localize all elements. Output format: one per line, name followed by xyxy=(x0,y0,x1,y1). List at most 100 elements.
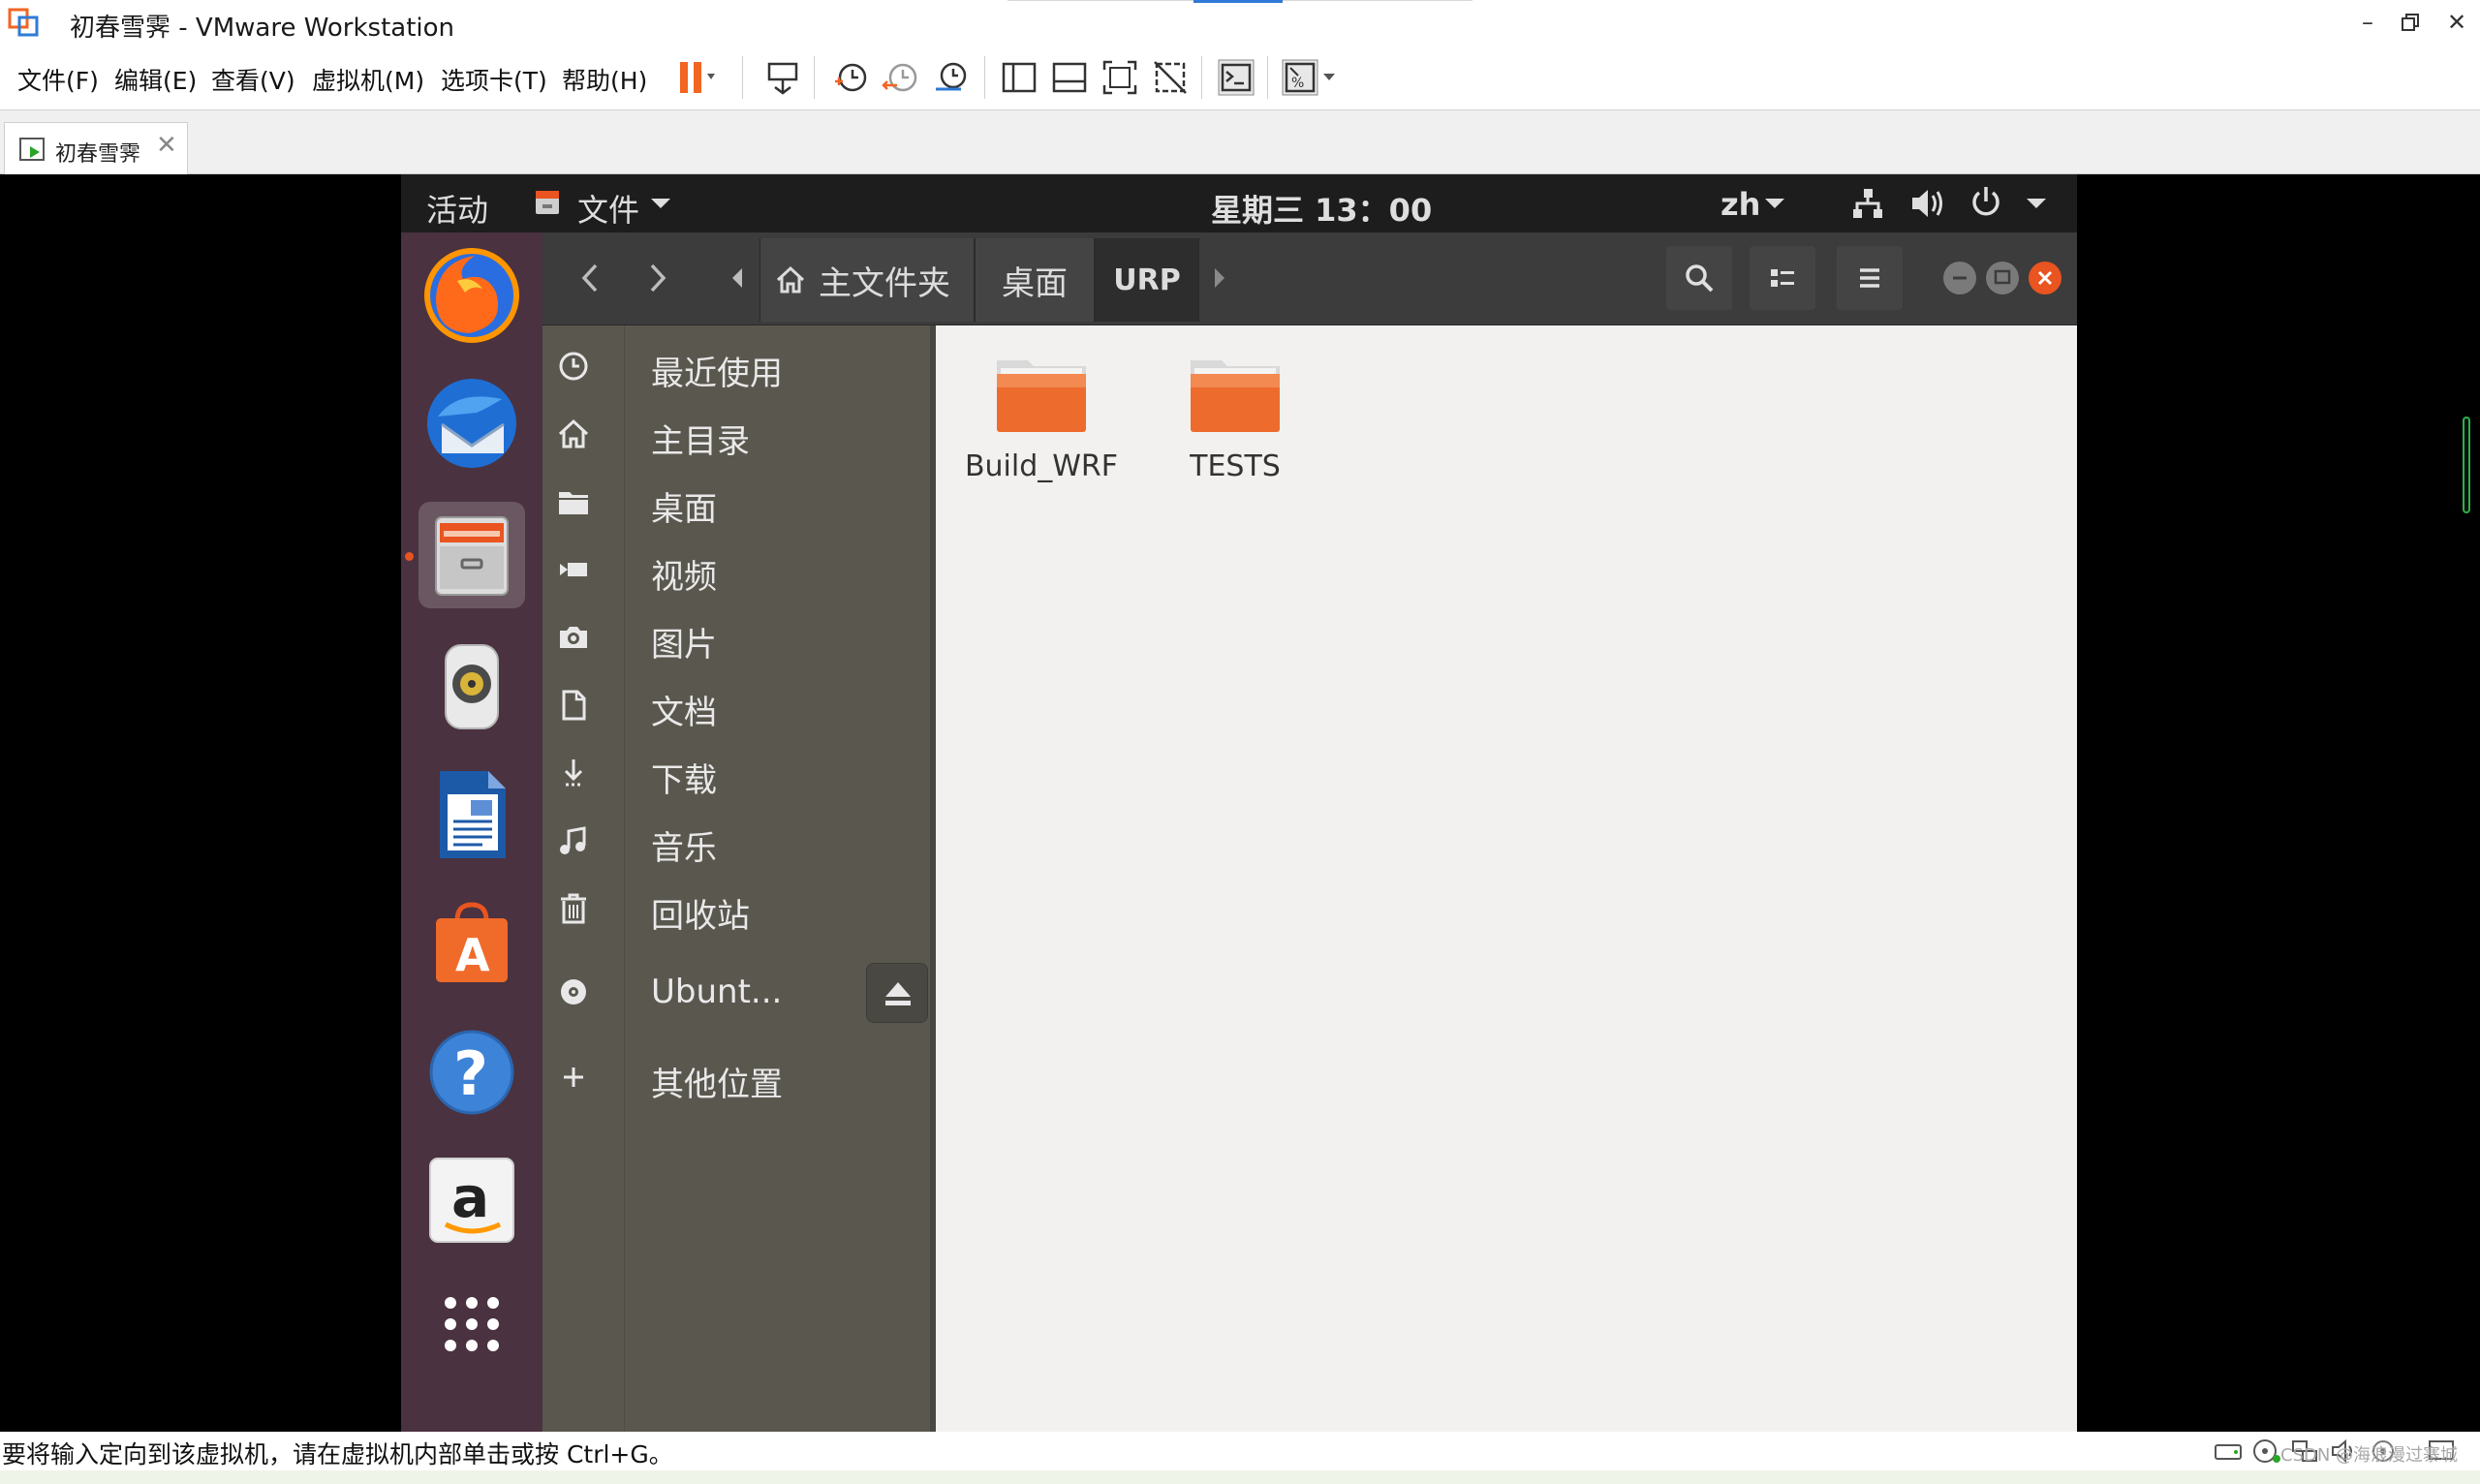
back-button[interactable] xyxy=(558,246,622,310)
triangle-right-icon xyxy=(1215,268,1224,288)
status-message: 要将输入定向到该虚拟机，请在虚拟机内部单击或按 Ctrl+G。 xyxy=(2,1440,673,1469)
breadcrumb-label: URP xyxy=(1113,263,1181,297)
status-bar: 要将输入定向到该虚拟机，请在虚拟机内部单击或按 Ctrl+G。 CSDN @海浪… xyxy=(0,1432,2480,1470)
search-button[interactable] xyxy=(1666,246,1732,310)
breadcrumb-home[interactable]: 主文件夹 xyxy=(760,238,975,322)
sidebar-item-home[interactable]: 主目录 xyxy=(542,407,936,465)
dock-rhythmbox[interactable] xyxy=(418,634,525,740)
close-icon xyxy=(2037,270,2053,286)
eject-button[interactable] xyxy=(866,963,928,1023)
video-icon xyxy=(560,563,587,576)
chevron-down-icon xyxy=(2027,199,2046,208)
console-view-icon[interactable] xyxy=(1217,58,1256,97)
camera-icon xyxy=(560,627,587,648)
path-scroll-right[interactable] xyxy=(1199,246,1240,310)
menu-view[interactable]: 查看(V) xyxy=(211,62,295,97)
scrollbar-thumb[interactable] xyxy=(2463,417,2470,513)
close-button[interactable]: ✕ xyxy=(2437,6,2476,39)
unity-mode-icon[interactable] xyxy=(1151,58,1190,97)
sidebar-item-videos[interactable]: 视频 xyxy=(542,542,936,601)
dock-amazon[interactable]: a xyxy=(418,1147,525,1253)
chevron-left-icon xyxy=(581,263,598,293)
files-icon xyxy=(435,516,509,596)
dock-files[interactable] xyxy=(418,502,525,608)
menu-help[interactable]: 帮助(H) xyxy=(562,62,647,97)
sidebar-item-documents[interactable]: 文档 xyxy=(542,678,936,736)
path-scroll-left[interactable] xyxy=(717,246,758,310)
clock[interactable]: 星期三 13：00 xyxy=(1211,186,1432,231)
sidebar-item-other-locations[interactable]: 其他位置 xyxy=(542,1050,936,1108)
folder-item[interactable]: Build_WRF xyxy=(959,345,1124,490)
breadcrumb-desktop[interactable]: 桌面 xyxy=(975,238,1095,322)
dock-firefox[interactable] xyxy=(418,242,525,349)
menu-vm[interactable]: 虚拟机(M) xyxy=(312,62,424,97)
minimize-button[interactable]: – xyxy=(2348,6,2387,39)
send-ctrl-alt-del-icon[interactable] xyxy=(763,58,802,97)
network-icon[interactable] xyxy=(1850,186,1885,221)
dock-show-apps[interactable] xyxy=(418,1271,525,1377)
sidebar-item-ubuntu-disc[interactable]: Ubunt... xyxy=(542,963,936,1023)
app-menu-button[interactable]: 文件 xyxy=(577,186,639,231)
thumbnail-bar-icon[interactable] xyxy=(1050,58,1089,97)
folder-icon xyxy=(997,360,1086,432)
revert-snapshot-icon[interactable] xyxy=(882,58,920,97)
tab-vm[interactable]: 初春雪霁 ✕ xyxy=(4,122,188,174)
window-maximize-button[interactable] xyxy=(1986,262,2019,294)
toolbar-separator xyxy=(984,56,985,99)
tab-close-icon[interactable]: ✕ xyxy=(156,131,177,160)
sidebar-item-recent[interactable]: 最近使用 xyxy=(542,339,936,397)
search-icon xyxy=(1686,264,1714,293)
toolbar-separator xyxy=(1267,56,1268,99)
volume-icon[interactable] xyxy=(1908,186,1947,221)
window-minimize-button[interactable] xyxy=(1943,262,1976,294)
svg-text:a: a xyxy=(451,1164,489,1230)
vm-display[interactable]: 活动 文件 星期三 13：00 zh A ? a 主文件夹 桌面 URP 最近使… xyxy=(0,174,2480,1432)
firefox-icon xyxy=(424,248,519,343)
menu-file[interactable]: 文件(F) xyxy=(17,62,99,97)
menu-tabs[interactable]: 选项卡(T) xyxy=(441,62,547,97)
menu-edit[interactable]: 编辑(E) xyxy=(114,62,197,97)
input-method-indicator[interactable]: zh xyxy=(1720,186,1760,223)
power-icon[interactable] xyxy=(1968,184,2003,219)
sidebar-item-desktop[interactable]: 桌面 xyxy=(542,475,936,533)
places-sidebar: 最近使用 主目录 桌面 视频 图片 文档 下载 音乐 回收站 Ubunt... … xyxy=(542,325,936,1432)
folder-name: TESTS xyxy=(1190,449,1281,483)
folder-icon xyxy=(1191,360,1280,432)
activities-button[interactable]: 活动 xyxy=(426,186,488,231)
file-view[interactable]: Build_WRF TESTS xyxy=(936,325,2077,1432)
restore-button[interactable] xyxy=(2391,6,2430,39)
vmware-logo-icon xyxy=(8,8,39,37)
ubuntu-desktop[interactable]: 活动 文件 星期三 13：00 zh A ? a 主文件夹 桌面 URP 最近使… xyxy=(401,174,2077,1432)
cd-rom-icon[interactable] xyxy=(2251,1438,2282,1465)
sidebar-item-music[interactable]: 音乐 xyxy=(542,814,936,872)
pause-icon[interactable] xyxy=(676,58,715,97)
snapshot-icon[interactable] xyxy=(831,58,870,97)
window-titlebar: 初春雪霁 - VMware Workstation – ✕ xyxy=(0,0,2480,45)
show-library-icon[interactable] xyxy=(1000,58,1038,97)
dock-libreoffice-writer[interactable] xyxy=(418,761,525,868)
sidebar-label: 回收站 xyxy=(651,897,750,936)
stretch-guest-icon[interactable]: % xyxy=(1281,58,1339,97)
hard-disk-icon[interactable] xyxy=(2213,1438,2244,1465)
menu-button[interactable] xyxy=(1837,246,1903,310)
sidebar-item-downloads[interactable]: 下载 xyxy=(542,746,936,804)
breadcrumb-current[interactable]: URP xyxy=(1095,238,1199,322)
folder-item[interactable]: TESTS xyxy=(1153,345,1318,490)
window-close-button[interactable] xyxy=(2029,262,2062,294)
snapshot-manager-icon[interactable] xyxy=(932,58,971,97)
help-icon: ? xyxy=(429,1030,514,1115)
view-toggle-button[interactable] xyxy=(1750,246,1815,310)
sidebar-item-pictures[interactable]: 图片 xyxy=(542,610,936,668)
dock-thunderbird[interactable] xyxy=(418,370,525,477)
dock-help[interactable]: ? xyxy=(418,1019,525,1126)
breadcrumb-label: 桌面 xyxy=(1002,263,1068,303)
svg-text:A: A xyxy=(455,929,490,981)
full-screen-icon[interactable] xyxy=(1100,58,1139,97)
forward-button[interactable] xyxy=(626,246,690,310)
sidebar-label: 桌面 xyxy=(651,490,717,529)
svg-text:?: ? xyxy=(453,1038,488,1109)
ubuntu-dock: A ? a xyxy=(401,232,542,1432)
dock-ubuntu-software[interactable]: A xyxy=(418,891,525,998)
sidebar-item-trash[interactable]: 回收站 xyxy=(542,881,936,940)
watermark: CSDN @海浪漫过寨城 xyxy=(2280,1445,2459,1466)
